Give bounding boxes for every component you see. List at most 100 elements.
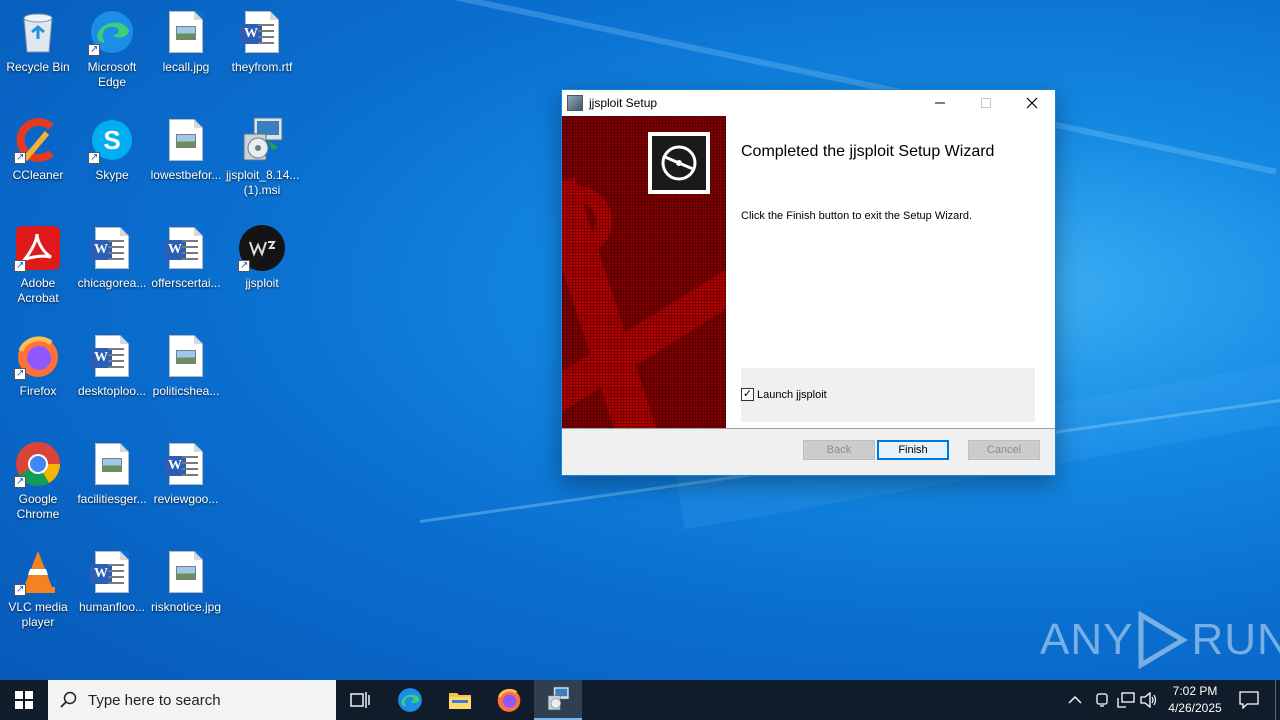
msi-installer-icon	[547, 686, 570, 711]
desktop-icon-firefox[interactable]: Firefox	[0, 328, 76, 432]
taskbar-clock[interactable]: 7:02 PM 4/26/2025	[1160, 683, 1230, 717]
shortcut-arrow-icon	[14, 150, 26, 165]
wizard-message: Click the Finish button to exit the Setu…	[741, 210, 973, 222]
desktop-icon-offerscertai[interactable]: W offerscertai...	[148, 220, 224, 324]
word-document-icon: W	[88, 224, 136, 272]
shortcut-arrow-icon	[14, 258, 26, 273]
folder-icon	[449, 693, 471, 709]
installer-logo-icon	[648, 132, 710, 194]
word-document-icon: W	[238, 8, 286, 56]
launch-checkbox[interactable]: ✓	[741, 388, 754, 401]
desktop-icon-label: Firefox	[19, 384, 57, 398]
start-button[interactable]	[0, 680, 48, 720]
firefox-icon	[14, 332, 62, 381]
wizard-heading: Completed the jjsploit Setup Wizard	[741, 143, 995, 160]
desktop-icon-politicshea[interactable]: politicshea...	[148, 328, 224, 432]
taskbar-edge-button[interactable]	[386, 680, 434, 720]
anyrun-watermark: ANY RUN	[1040, 610, 1280, 670]
desktop-icon-label: reviewgoo...	[153, 492, 219, 506]
desktop-icon-microsoft-edge[interactable]: Microsoft Edge	[74, 4, 150, 108]
button-separator	[562, 428, 1055, 429]
back-button: Back	[803, 440, 875, 460]
tray-volume-button[interactable]	[1140, 680, 1158, 720]
network-device-icon	[1096, 693, 1108, 707]
shortcut-arrow-icon	[238, 258, 250, 273]
maximize-button	[963, 90, 1009, 116]
action-center-button[interactable]	[1234, 680, 1264, 720]
desktop-icon-label: VLC media player	[8, 600, 68, 629]
desktop-icon-lecall[interactable]: lecall.jpg	[148, 4, 224, 108]
shortcut-arrow-icon	[88, 42, 100, 57]
search-icon	[60, 691, 77, 708]
show-desktop-button[interactable]	[1275, 680, 1280, 720]
show-hidden-icons-button[interactable]	[1068, 680, 1082, 720]
desktop-icon-lowestbefor[interactable]: lowestbefor...	[148, 112, 224, 216]
desktop-icon-risknotice[interactable]: risknotice.jpg	[148, 544, 224, 648]
taskbar-firefox-button[interactable]	[485, 680, 533, 720]
taskbar-file-explorer-button[interactable]	[436, 680, 484, 720]
close-button[interactable]	[1009, 90, 1055, 116]
desktop-icon-vlc[interactable]: VLC media player	[0, 544, 76, 648]
desktop-icon-label: chicagorea...	[77, 276, 147, 290]
maximize-icon	[981, 98, 991, 108]
desktop-icon-theyfrom[interactable]: W theyfrom.rtf	[224, 4, 300, 108]
finish-button[interactable]: Finish	[877, 440, 949, 460]
close-icon	[1026, 97, 1038, 109]
taskbar-search-box[interactable]: Type here to search	[48, 680, 336, 720]
desktop-icon-label: humanfloo...	[78, 600, 146, 614]
task-view-button[interactable]	[336, 680, 384, 720]
cancel-button: Cancel	[968, 440, 1040, 460]
word-document-icon: W	[88, 548, 136, 596]
minimize-button[interactable]	[917, 90, 963, 116]
jjsploit-icon	[238, 224, 286, 273]
desktop-icon-label: desktoploo...	[77, 384, 147, 398]
wizard-content: Completed the jjsploit Setup Wizard Clic…	[562, 116, 1055, 428]
desktop-icon-label: Microsoft Edge	[87, 60, 137, 89]
word-document-icon: W	[88, 332, 136, 380]
acrobat-icon	[14, 224, 62, 273]
taskbar-setup-button[interactable]	[534, 680, 582, 720]
network-icon	[1117, 692, 1135, 708]
desktop-icon-label: jjsploit_8.14...(1).msi	[226, 168, 300, 197]
edge-icon	[398, 688, 422, 712]
desktop-icon-humanfloo[interactable]: W humanfloo...	[74, 544, 150, 648]
watermark-text-left: ANY	[1040, 615, 1134, 664]
desktop-icon-jjsploit[interactable]: jjsploit	[224, 220, 300, 324]
tray-network-button[interactable]	[1117, 680, 1135, 720]
firefox-icon	[497, 688, 521, 712]
search-placeholder: Type here to search	[88, 691, 221, 709]
desktop-icon-chicagorea[interactable]: W chicagorea...	[74, 220, 150, 324]
desktop-icon-label: lowestbefor...	[150, 168, 222, 182]
taskbar: Type here to search 7:02 PM 4/26/2025	[0, 680, 1280, 720]
window-titlebar[interactable]: jjsploit Setup	[562, 90, 1055, 116]
launch-option-panel: ✓ Launch jjsploit	[741, 368, 1035, 422]
installer-app-icon	[567, 95, 583, 111]
desktop-icon-jjsploit-msi[interactable]: jjsploit_8.14...(1).msi	[224, 112, 300, 216]
desktop-icon-label: lecall.jpg	[162, 60, 210, 74]
image-file-icon	[162, 548, 210, 596]
word-document-icon: W	[162, 224, 210, 272]
clock-time: 7:02 PM	[1172, 684, 1218, 698]
desktop-icon-reviewgoo[interactable]: W reviewgoo...	[148, 436, 224, 540]
shortcut-arrow-icon	[88, 150, 100, 165]
edge-icon	[88, 8, 136, 57]
tray-network-status[interactable]	[1094, 680, 1110, 720]
image-file-icon	[88, 440, 136, 488]
desktop-icon-adobe-acrobat[interactable]: Adobe Acrobat	[0, 220, 76, 324]
msi-installer-icon	[238, 116, 286, 164]
chrome-icon	[14, 440, 62, 489]
desktop-icon-facilitiesger[interactable]: facilitiesger...	[74, 436, 150, 540]
desktop-icon-skype[interactable]: S Skype	[74, 112, 150, 216]
desktop-icon-label: jjsploit	[245, 276, 279, 290]
desktop-icon-google-chrome[interactable]: Google Chrome	[0, 436, 76, 540]
chevron-up-icon	[1068, 696, 1082, 704]
skype-icon: S	[88, 116, 136, 165]
desktop-icon-recycle-bin[interactable]: Recycle Bin	[0, 4, 76, 108]
play-logo-icon	[1138, 611, 1189, 669]
desktop-icon-desktoploo[interactable]: W desktoploo...	[74, 328, 150, 432]
launch-checkbox-label[interactable]: Launch jjsploit	[757, 389, 827, 401]
launch-checkbox-row[interactable]: ✓ Launch jjsploit	[741, 388, 827, 401]
desktop-icon-ccleaner[interactable]: CCleaner	[0, 112, 76, 216]
wizard-banner-image	[562, 116, 726, 428]
minimize-icon	[935, 102, 945, 104]
